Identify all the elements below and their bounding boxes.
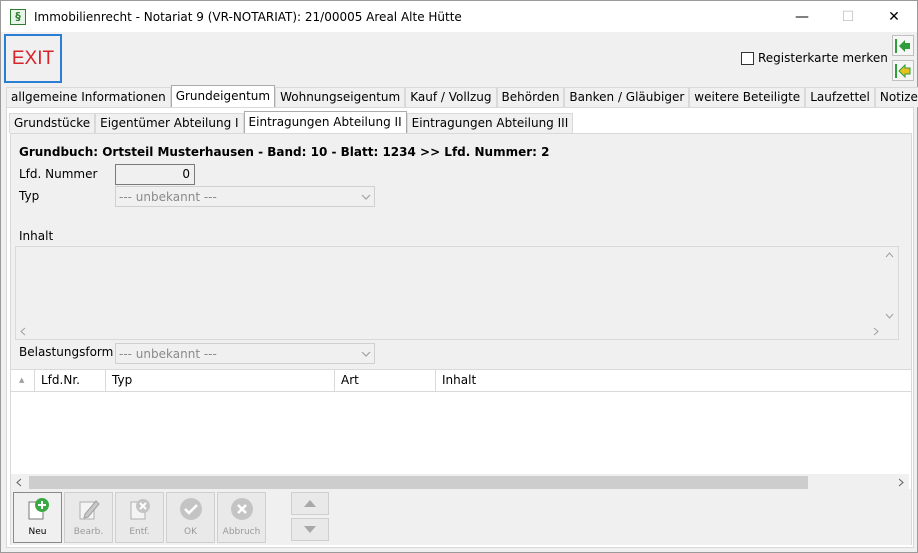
entfernen-button[interactable]: Entf. — [115, 492, 164, 543]
title-bar: § Immobilienrecht - Notariat 9 (VR-NOTAR… — [1, 1, 917, 32]
belastungsform-label: Belastungsform — [19, 345, 114, 359]
application-window: § Immobilienrecht - Notariat 9 (VR-NOTAR… — [0, 0, 918, 553]
exit-button[interactable]: EXIT — [4, 34, 62, 83]
nav-back-button[interactable] — [892, 35, 914, 56]
neu-button[interactable]: Neu — [13, 492, 62, 543]
scroll-left-icon[interactable] — [16, 478, 22, 487]
pencil-icon — [79, 500, 100, 520]
chevron-down-icon — [361, 194, 371, 200]
triangle-up-icon — [304, 500, 316, 507]
tab-eintragungen-abteilung-3[interactable]: Eintragungen Abteilung III — [406, 113, 574, 133]
column-header-typ[interactable]: Typ — [106, 370, 335, 391]
table-horizontal-scrollbar[interactable] — [11, 474, 909, 491]
tab-allgemeine-informationen[interactable]: allgemeine Informationen — [6, 87, 171, 107]
green-arrow-left-icon — [895, 38, 910, 53]
scroll-down-icon[interactable] — [885, 313, 894, 319]
inhalt-vertical-scrollbar[interactable] — [881, 247, 898, 324]
minimize-button[interactable]: — — [779, 1, 825, 32]
tab-grundstuecke[interactable]: Grundstücke — [9, 113, 96, 133]
tab-kauf-vollzug[interactable]: Kauf / Vollzug — [405, 87, 497, 107]
eintragungen-table: ▲ Lfd.Nr. Typ Art Inhalt — [11, 369, 911, 489]
tab-eintragungen-abteilung-2[interactable]: Eintragungen Abteilung II — [243, 111, 407, 133]
grundbuch-heading: Grundbuch: Ortsteil Musterhausen - Band:… — [19, 145, 550, 159]
abbruch-button[interactable]: Abbruch — [217, 492, 266, 543]
plus-icon — [28, 498, 49, 520]
scroll-right-icon[interactable] — [898, 478, 904, 487]
bearbeiten-button[interactable]: Bearb. — [64, 492, 113, 543]
app-icon: § — [10, 8, 26, 25]
tab-eigentuemer-abteilung-1[interactable]: Eigentümer Abteilung I — [95, 113, 244, 133]
inhalt-label: Inhalt — [19, 229, 54, 243]
toolbar: EXIT Registerkarte merken — [1, 32, 917, 85]
register-merken-checkbox[interactable]: Registerkarte merken — [741, 51, 888, 65]
column-header-lfd-nr[interactable]: Lfd.Nr. — [35, 370, 106, 391]
scroll-left-icon[interactable] — [20, 327, 26, 336]
tab-grundeigentum[interactable]: Grundeigentum — [170, 85, 276, 107]
lfd-nummer-label: Lfd. Nummer — [19, 167, 98, 181]
move-down-button[interactable] — [291, 518, 329, 541]
table-header: ▲ Lfd.Nr. Typ Art Inhalt — [11, 370, 911, 392]
bearbeiten-label: Bearb. — [73, 527, 104, 537]
move-up-button[interactable] — [291, 492, 329, 515]
typ-select[interactable]: --- unbekannt --- — [115, 186, 375, 207]
maximize-button[interactable]: ☐ — [825, 1, 871, 32]
scroll-up-icon[interactable] — [885, 252, 894, 258]
checkbox-box[interactable] — [741, 51, 754, 65]
bottom-action-bar: Neu Bearb. Entf. OK Abbruch — [11, 491, 911, 545]
abbruch-label: Abbruch — [222, 527, 261, 537]
belastungsform-select-value: --- unbekannt --- — [119, 346, 217, 361]
check-icon — [179, 498, 202, 520]
tab-weitere-beteiligte[interactable]: weitere Beteiligte — [689, 87, 806, 107]
tab-behoerden[interactable]: Behörden — [496, 87, 565, 107]
tab-notizen[interactable]: Notizen — [874, 87, 918, 107]
entfernen-label: Entf. — [129, 527, 150, 537]
ok-button[interactable]: OK — [166, 492, 215, 543]
lfd-nummer-input[interactable]: 0 — [115, 164, 195, 185]
window-title: Immobilienrecht - Notariat 9 (VR-NOTARIA… — [34, 9, 462, 24]
scrollbar-thumb[interactable] — [29, 476, 808, 489]
ok-label: OK — [184, 527, 197, 537]
typ-select-value: --- unbekannt --- — [119, 189, 217, 204]
belastungsform-select[interactable]: --- unbekannt --- — [115, 343, 375, 364]
tab-laufzettel[interactable]: Laufzettel — [805, 87, 875, 107]
green-arrow-left-alt-icon — [895, 63, 911, 78]
scroll-right-icon[interactable] — [873, 327, 879, 336]
main-tab-bar: allgemeine Informationen Grundeigentum W… — [6, 85, 918, 107]
chevron-down-icon — [361, 351, 371, 357]
sub-tab-bar: Grundstücke Eigentümer Abteilung I Eintr… — [9, 111, 574, 133]
typ-label: Typ — [19, 189, 40, 203]
close-button[interactable]: ✕ — [871, 1, 917, 32]
delete-icon — [130, 499, 150, 520]
inhalt-horizontal-scrollbar[interactable] — [16, 323, 883, 339]
register-merken-label: Registerkarte merken — [758, 51, 888, 65]
triangle-down-icon — [304, 526, 316, 533]
inhalt-textarea[interactable] — [15, 246, 899, 340]
column-header-inhalt[interactable]: Inhalt — [436, 370, 909, 391]
neu-label: Neu — [28, 527, 47, 537]
tab-wohnungseigentum[interactable]: Wohnungseigentum — [275, 87, 406, 107]
nav-alt-button[interactable] — [892, 60, 914, 81]
sort-indicator-icon[interactable]: ▲ — [11, 370, 35, 391]
cancel-icon — [230, 498, 253, 520]
column-header-art[interactable]: Art — [335, 370, 436, 391]
tab-banken-glaeubiger[interactable]: Banken / Gläubiger — [564, 87, 690, 107]
